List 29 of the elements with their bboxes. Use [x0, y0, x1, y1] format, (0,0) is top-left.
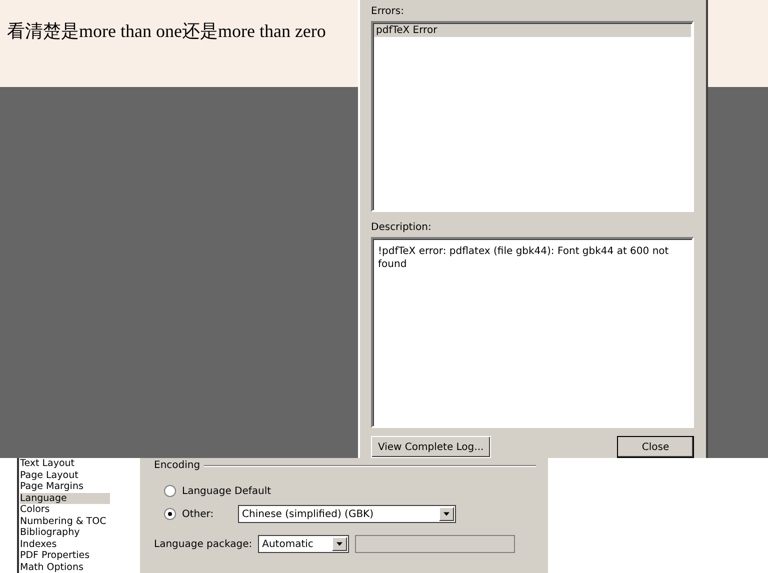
sidebar-item[interactable]: Page Layout — [20, 470, 110, 481]
dialog-button[interactable]: View Complete Log... — [371, 436, 491, 458]
radio-label[interactable]: Other: — [182, 508, 232, 520]
errors-label: Errors: — [371, 6, 405, 17]
select-value: Chinese (simplified) (GBK) — [242, 508, 374, 520]
encoding-select[interactable]: Chinese (simplified) (GBK) — [238, 505, 456, 523]
description-label: Description: — [371, 222, 432, 233]
encoding-title: Encoding — [154, 460, 200, 471]
sidebar-item[interactable]: Numbering & TOC — [20, 516, 110, 527]
sidebar-item[interactable]: Text Layout — [20, 458, 110, 470]
radio-button[interactable] — [164, 485, 176, 497]
dialog-button[interactable]: Close — [617, 436, 694, 458]
text-field[interactable] — [355, 535, 516, 553]
sidebar-item[interactable]: Language — [20, 492, 110, 504]
description-text: !pdfTeX error: pdflatex (file gbk44): Font gbk44 at 600 not found — [377, 245, 670, 272]
sidebar-item[interactable]: Indexes — [20, 538, 110, 550]
radio-label[interactable]: Language Default — [182, 486, 272, 496]
sidebar-item[interactable]: PDF Properties — [20, 550, 110, 562]
radio-button[interactable] — [164, 508, 176, 520]
sidebar-item[interactable]: Colors — [20, 504, 110, 516]
sidebar-item[interactable]: Bibliography — [20, 527, 110, 538]
error-item[interactable]: pdfTeX Error — [374, 24, 691, 37]
errors-list[interactable]: pdfTeX Error — [371, 21, 694, 212]
language-package-select[interactable]: Automatic — [258, 535, 350, 553]
sidebar-item[interactable]: Page Margins — [20, 481, 110, 492]
document-text: 看清楚是more than one还是more than zero — [0, 0, 358, 87]
language-package-label: Language package: — [154, 538, 252, 550]
sidebar-item[interactable]: Math Options — [20, 562, 110, 573]
select-value: Automatic — [262, 538, 314, 550]
